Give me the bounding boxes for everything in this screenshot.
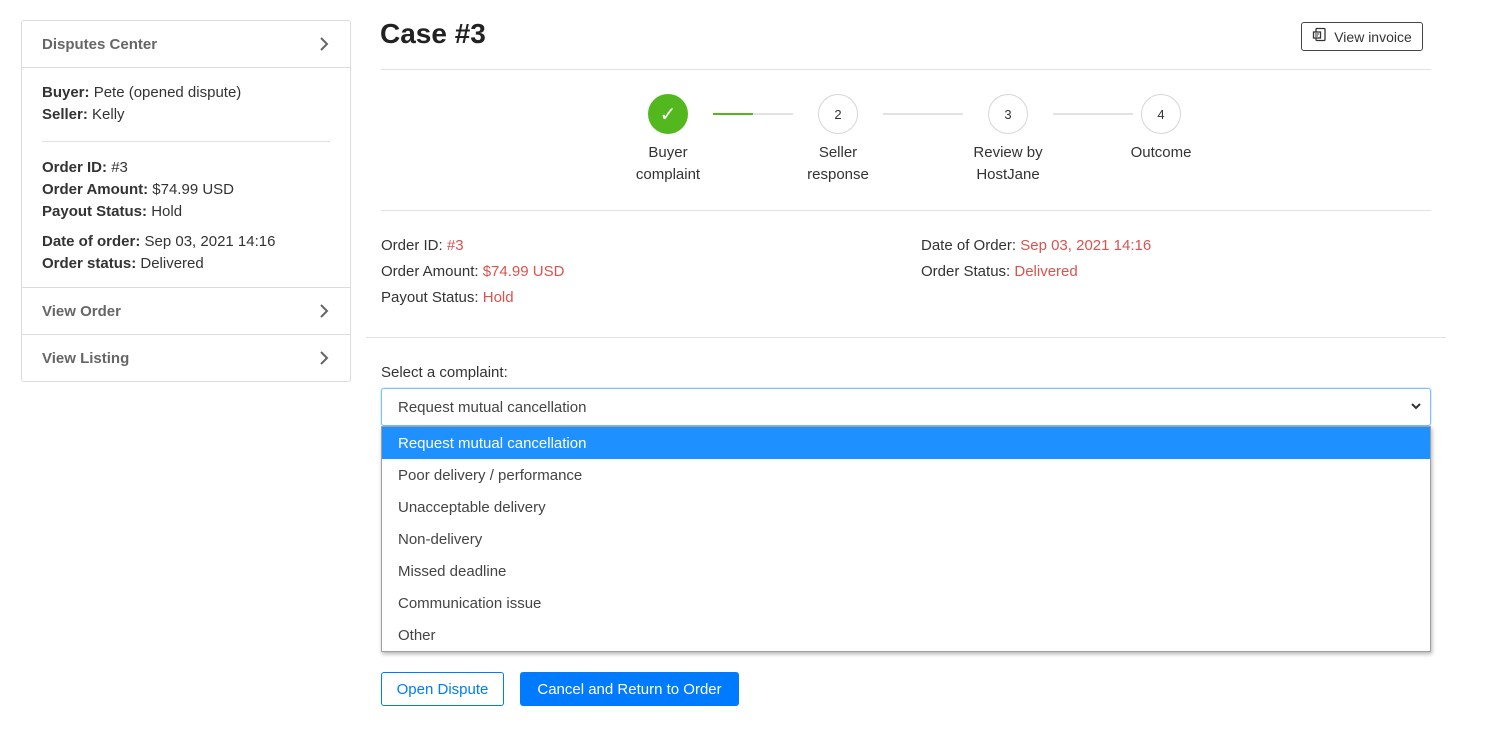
detail-order-id-label: Order ID:	[381, 237, 443, 254]
step-2-label: Seller response	[778, 142, 898, 186]
view-order-link[interactable]: View Order	[22, 287, 350, 334]
step-connector	[1053, 113, 1133, 115]
detail-order-status-value: Delivered	[1014, 263, 1078, 280]
step-1-check-icon: ✓	[648, 94, 688, 134]
view-listing-link[interactable]: View Listing	[22, 334, 350, 381]
page-title: Case #3	[380, 18, 486, 49]
chevron-right-icon	[318, 303, 330, 319]
order-amount-label: Order Amount:	[42, 181, 149, 198]
payout-status-label: Payout Status:	[42, 203, 148, 220]
order-id-value: #3	[111, 159, 128, 176]
payout-status-row: Payout Status: Hold	[42, 201, 330, 223]
payout-status-value: Hold	[151, 203, 183, 220]
divider	[42, 141, 330, 142]
step-4-label: Outcome	[1101, 142, 1221, 164]
detail-order-date-label: Date of Order:	[921, 237, 1017, 254]
detail-payout-status-label: Payout Status:	[381, 289, 479, 306]
invoice-icon	[1312, 27, 1328, 46]
divider	[381, 69, 1431, 70]
complaint-option[interactable]: Other	[382, 619, 1430, 651]
dispute-summary: Buyer: Pete (opened dispute) Seller: Kel…	[22, 68, 350, 275]
detail-order-amount-label: Order Amount:	[381, 263, 479, 280]
detail-order-amount: Order Amount: $74.99 USD	[381, 259, 564, 285]
cancel-return-button[interactable]: Cancel and Return to Order	[520, 672, 739, 706]
detail-order-amount-value: $74.99 USD	[482, 263, 565, 280]
step-2-label-line2: response	[807, 166, 869, 183]
view-listing-label: View Listing	[42, 349, 130, 367]
seller-label: Seller:	[42, 106, 88, 123]
disputes-sidebar: Disputes Center Buyer: Pete (opened disp…	[21, 20, 351, 382]
complaint-dropdown-list: Request mutual cancellation Poor deliver…	[381, 426, 1431, 652]
seller-row: Seller: Kelly	[42, 104, 330, 126]
detail-payout-status: Payout Status: Hold	[381, 285, 564, 311]
view-order-label: View Order	[42, 302, 121, 320]
buyer-label: Buyer:	[42, 84, 90, 101]
detail-payout-status-value: Hold	[482, 289, 514, 306]
detail-order-id: Order ID: #3	[381, 233, 564, 259]
buyer-value: Pete (opened dispute)	[93, 84, 242, 101]
order-details-right: Date of Order: Sep 03, 2021 14:16 Order …	[921, 233, 1151, 285]
order-amount-row: Order Amount: $74.99 USD	[42, 179, 330, 201]
complaint-option[interactable]: Request mutual cancellation	[382, 427, 1430, 459]
step-connector	[883, 113, 963, 115]
step-4-marker: 4	[1141, 94, 1181, 134]
detail-order-date: Date of Order: Sep 03, 2021 14:16	[921, 233, 1151, 259]
complaint-option[interactable]: Communication issue	[382, 587, 1430, 619]
complaint-selected-value: Request mutual cancellation	[398, 398, 587, 416]
step-1-label-line2: complaint	[635, 166, 701, 183]
order-status-row: Order status: Delivered	[42, 253, 330, 275]
order-id-row: Order ID: #3	[42, 157, 330, 179]
divider	[381, 210, 1431, 211]
disputes-center-label: Disputes Center	[42, 35, 158, 53]
step-1-label: Buyer complaint	[608, 142, 728, 186]
step-2-label-line1: Seller	[818, 144, 858, 161]
order-status-label: Order status:	[42, 255, 137, 272]
divider	[366, 337, 1446, 338]
step-3-marker: 3	[988, 94, 1028, 134]
chevron-right-icon	[318, 350, 330, 366]
view-invoice-button[interactable]: View invoice	[1301, 22, 1423, 51]
view-invoice-label: View invoice	[1334, 28, 1412, 45]
detail-order-status: Order Status: Delivered	[921, 259, 1151, 285]
order-details-left: Order ID: #3 Order Amount: $74.99 USD Pa…	[381, 233, 564, 311]
complaint-select[interactable]: Request mutual cancellation	[381, 388, 1431, 426]
step-2-marker: 2	[818, 94, 858, 134]
step-connector	[713, 113, 793, 115]
buyer-row: Buyer: Pete (opened dispute)	[42, 82, 330, 104]
complaint-option[interactable]: Missed deadline	[382, 555, 1430, 587]
detail-order-id-value: #3	[446, 237, 464, 254]
complaint-select-label: Select a complaint:	[381, 364, 508, 381]
chevron-down-icon	[1410, 399, 1422, 416]
order-amount-value: $74.99 USD	[152, 181, 234, 198]
complaint-option[interactable]: Poor delivery / performance	[382, 459, 1430, 491]
chevron-right-icon	[318, 36, 330, 52]
open-dispute-button[interactable]: Open Dispute	[381, 672, 504, 706]
order-date-label: Date of order:	[42, 233, 141, 250]
seller-value: Kelly	[92, 106, 125, 123]
order-date-value: Sep 03, 2021 14:16	[144, 233, 276, 250]
step-3-label-line1: Review by	[973, 144, 1043, 161]
detail-order-date-value: Sep 03, 2021 14:16	[1020, 237, 1152, 254]
order-status-value: Delivered	[140, 255, 204, 272]
step-1-label-line1: Buyer	[648, 144, 688, 161]
complaint-option[interactable]: Unacceptable delivery	[382, 491, 1430, 523]
disputes-center-header[interactable]: Disputes Center	[22, 21, 350, 68]
order-date-row: Date of order: Sep 03, 2021 14:16	[42, 231, 330, 253]
order-id-label: Order ID:	[42, 159, 108, 176]
detail-order-status-label: Order Status:	[921, 263, 1011, 280]
step-connector-progress	[713, 113, 753, 115]
step-3-label-line2: HostJane	[976, 166, 1040, 183]
step-4-label-line1: Outcome	[1130, 144, 1192, 161]
complaint-option[interactable]: Non-delivery	[382, 523, 1430, 555]
step-3-label: Review by HostJane	[948, 142, 1068, 186]
